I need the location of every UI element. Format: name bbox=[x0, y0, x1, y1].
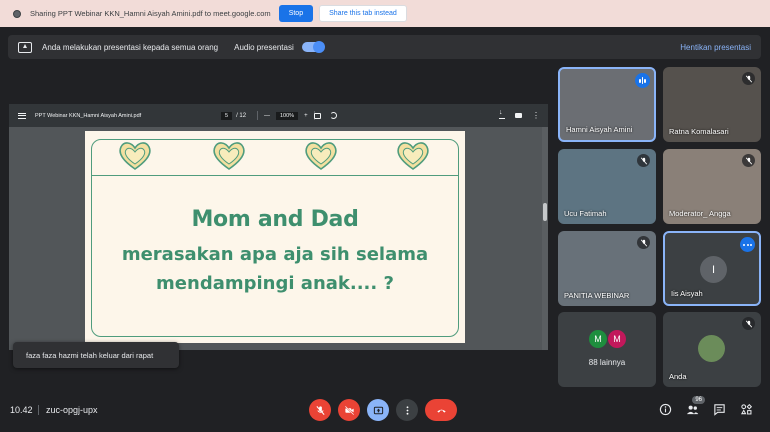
more-options-icon[interactable] bbox=[740, 237, 755, 252]
pdf-page: Mom and Dad merasakan apa aja sih selama… bbox=[85, 131, 465, 343]
self-tile[interactable]: Anda bbox=[663, 312, 761, 387]
camera-toggle-button[interactable] bbox=[338, 399, 360, 421]
hang-up-icon bbox=[436, 409, 446, 413]
zoom-in-button[interactable]: + bbox=[304, 113, 308, 119]
meeting-controls-bar: 10.42 zuc-opgj-upx 96 bbox=[0, 392, 770, 432]
presentation-audio-toggle[interactable] bbox=[301, 41, 325, 53]
participant-name: Ratna Komalasari bbox=[669, 127, 729, 136]
people-button[interactable]: 96 bbox=[685, 396, 705, 416]
participant-tile[interactable]: Ratna Komalasari bbox=[663, 67, 761, 142]
avatar: M bbox=[589, 330, 607, 348]
sharing-indicator-icon bbox=[12, 9, 22, 19]
pdf-title: PPT Webinar KKN_Hamni Aisyah Amini.pdf bbox=[35, 112, 142, 119]
fit-controls bbox=[314, 112, 337, 119]
participant-name: Ucu Fatimah bbox=[564, 209, 607, 218]
info-icon bbox=[659, 403, 671, 415]
more-participants-tile[interactable]: M M 88 lainnya bbox=[558, 312, 656, 387]
heart-icon bbox=[305, 142, 337, 170]
heart-icon bbox=[119, 142, 151, 170]
mic-off-icon bbox=[742, 154, 755, 167]
avatar: M bbox=[608, 330, 626, 348]
participant-tile[interactable]: Ucu Fatimah bbox=[558, 149, 656, 224]
chat-icon bbox=[713, 403, 725, 416]
stop-presenting-button[interactable]: Hentikan presentasi bbox=[680, 43, 751, 52]
participant-name: PANITIA WEBINAR bbox=[564, 291, 630, 300]
people-icon bbox=[686, 405, 698, 414]
more-options-icon[interactable]: ⋮ bbox=[532, 111, 540, 120]
more-options-button[interactable] bbox=[396, 399, 418, 421]
zoom-controls: — 100% + bbox=[257, 111, 315, 120]
tab-sharing-bar: Sharing PPT Webinar KKN_Hamni Aisyah Ami… bbox=[0, 0, 770, 27]
menu-icon[interactable] bbox=[18, 111, 26, 120]
activities-icon bbox=[740, 403, 752, 414]
mic-off-icon bbox=[742, 317, 755, 330]
stop-sharing-button[interactable]: Stop bbox=[278, 5, 314, 22]
rotate-icon[interactable] bbox=[330, 112, 337, 119]
present-screen-icon bbox=[18, 41, 32, 53]
toolbar-divider bbox=[257, 111, 258, 120]
page-total: / 12 bbox=[236, 112, 247, 119]
meeting-time: 10.42 bbox=[10, 405, 33, 415]
slide-title: Mom and Dad bbox=[191, 207, 359, 232]
people-count-badge: 96 bbox=[692, 396, 705, 404]
left-meeting-notification: faza faza hazmi telah keluar dari rapat bbox=[13, 342, 179, 368]
slide-line-2: merasakan apa aja sih selama bbox=[121, 244, 429, 265]
present-now-button[interactable] bbox=[367, 399, 389, 421]
camera-off-icon bbox=[344, 405, 354, 415]
page-number-input[interactable]: 5 bbox=[221, 111, 233, 120]
pdf-scrollbar[interactable] bbox=[542, 127, 548, 350]
zoom-level[interactable]: 100% bbox=[276, 111, 299, 120]
shared-pdf-viewer: PPT Webinar KKN_Hamni Aisyah Amini.pdf 5… bbox=[9, 104, 548, 350]
mic-toggle-button[interactable] bbox=[309, 399, 331, 421]
heart-icon bbox=[397, 142, 429, 170]
avatar bbox=[698, 335, 725, 362]
participant-name: Iis Aisyah bbox=[671, 289, 703, 298]
more-vert-icon bbox=[406, 405, 408, 415]
divider bbox=[38, 405, 39, 415]
fit-page-icon[interactable] bbox=[314, 112, 321, 119]
leave-call-button[interactable] bbox=[425, 399, 457, 421]
participant-name: Anda bbox=[669, 372, 687, 381]
activities-button[interactable] bbox=[739, 402, 753, 416]
presentation-bar: Anda melakukan presentasi kepada semua o… bbox=[8, 35, 761, 59]
slide-header-line bbox=[91, 175, 459, 176]
participant-tile[interactable]: Hamni Aisyah Amini bbox=[558, 67, 656, 142]
mic-off-icon bbox=[637, 236, 650, 249]
page-indicator: 5 / 12 bbox=[221, 111, 247, 120]
present-screen-icon bbox=[373, 406, 383, 414]
meeting-code: zuc-opgj-upx bbox=[46, 405, 98, 415]
mic-off-icon bbox=[742, 72, 755, 85]
zoom-out-button[interactable]: — bbox=[264, 113, 270, 119]
participant-tile[interactable]: I Iis Aisyah bbox=[663, 231, 761, 306]
sharing-message: Sharing PPT Webinar KKN_Hamni Aisyah Ami… bbox=[30, 9, 271, 18]
meeting-details-button[interactable] bbox=[658, 402, 672, 416]
mic-off-icon bbox=[315, 405, 325, 415]
participant-name: Hamni Aisyah Amini bbox=[566, 125, 633, 134]
speaking-indicator-icon bbox=[635, 73, 650, 88]
download-icon[interactable] bbox=[499, 109, 505, 119]
avatar: I bbox=[700, 256, 727, 283]
heart-icon bbox=[213, 142, 245, 170]
mic-off-icon bbox=[637, 154, 650, 167]
share-this-tab-button[interactable]: Share this tab instead bbox=[319, 5, 407, 22]
participant-tile[interactable]: Moderator_ Angga bbox=[663, 149, 761, 224]
print-icon[interactable] bbox=[515, 113, 522, 118]
participant-name: Moderator_ Angga bbox=[669, 209, 731, 218]
pdf-actions: ⋮ bbox=[499, 109, 540, 120]
pdf-toolbar: PPT Webinar KKN_Hamni Aisyah Amini.pdf 5… bbox=[9, 104, 548, 127]
others-count-label: 88 lainnya bbox=[588, 358, 626, 367]
participant-tile[interactable]: PANITIA WEBINAR bbox=[558, 231, 656, 306]
presentation-audio-label: Audio presentasi bbox=[234, 42, 294, 52]
chat-button[interactable] bbox=[712, 402, 726, 416]
slide-line-3: mendampingi anak.... ? bbox=[156, 273, 394, 294]
presenting-message: Anda melakukan presentasi kepada semua o… bbox=[42, 42, 219, 52]
